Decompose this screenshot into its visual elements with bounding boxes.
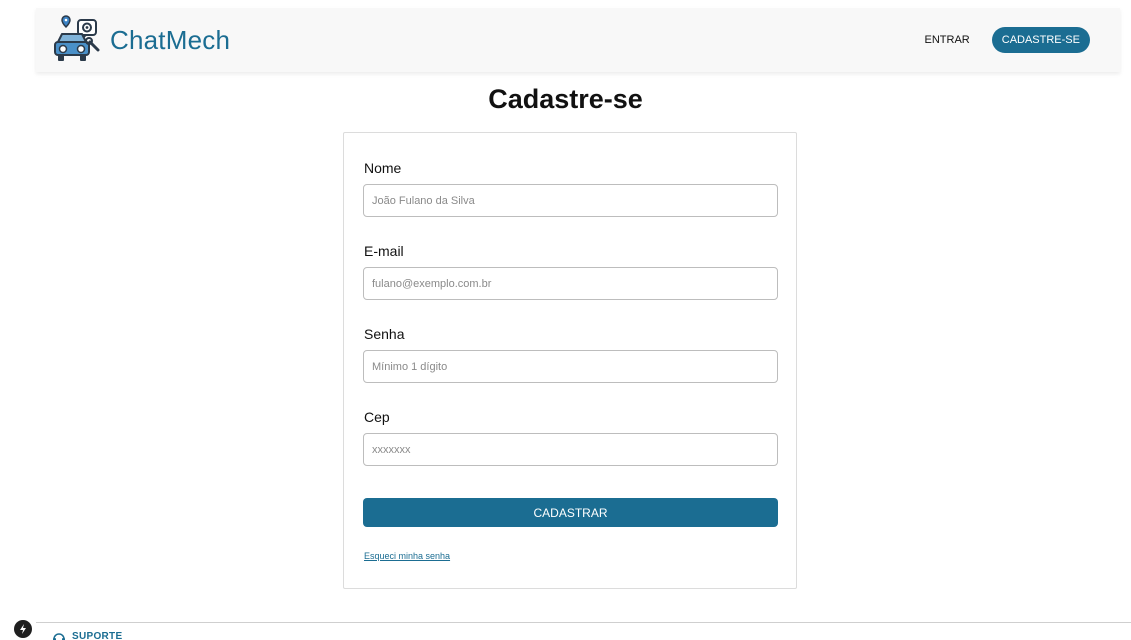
signup-form: Nome E-mail Senha Cep CADASTRAR Esqueci … <box>343 132 797 589</box>
email-label: E-mail <box>364 243 404 259</box>
password-input[interactable] <box>363 350 778 383</box>
top-navbar: ChatMech ENTRAR CADASTRE-SE <box>36 8 1120 72</box>
password-label: Senha <box>364 326 405 342</box>
signup-page: ChatMech ENTRAR CADASTRE-SE Cadastre-se … <box>0 0 1131 640</box>
name-label: Nome <box>364 160 402 176</box>
submit-button[interactable]: CADASTRAR <box>363 498 778 527</box>
support-link[interactable]: SUPORTE <box>52 631 122 640</box>
signup-button[interactable]: CADASTRE-SE <box>991 27 1090 53</box>
brand-name: ChatMech <box>110 24 231 55</box>
support-label: SUPORTE <box>72 631 123 640</box>
login-link[interactable]: ENTRAR <box>925 34 970 46</box>
header-nav: ENTRAR CADASTRE-SE <box>925 27 1090 53</box>
bolt-icon[interactable] <box>14 620 32 638</box>
headset-icon <box>53 632 65 640</box>
page-title: Cadastre-se <box>488 84 643 114</box>
footer-divider <box>36 622 1131 623</box>
name-input[interactable] <box>363 184 778 217</box>
cep-label: Cep <box>364 409 390 425</box>
car-mechanic-logo-icon <box>54 15 100 61</box>
email-input[interactable] <box>363 267 778 300</box>
bolt-glyph-icon <box>20 624 26 634</box>
brand[interactable]: ChatMech <box>52 14 230 66</box>
cep-input[interactable] <box>363 433 778 466</box>
forgot-password-link[interactable]: Esqueci minha senha <box>364 551 450 561</box>
